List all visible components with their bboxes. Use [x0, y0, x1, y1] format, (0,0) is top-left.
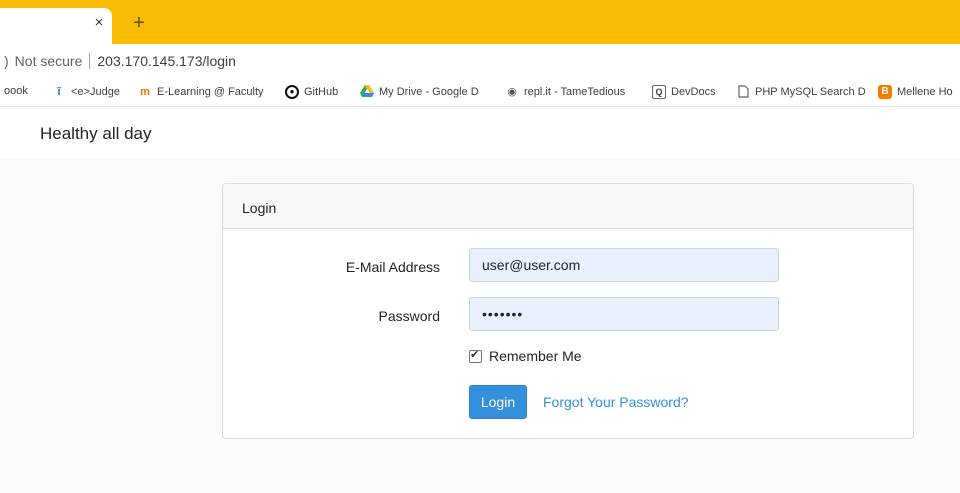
bookmark-label: <e>Judge [71, 86, 120, 98]
ejudge-icon: ĩ [57, 86, 61, 98]
browser-tab[interactable]: × [0, 8, 112, 44]
login-button[interactable]: Login [469, 385, 527, 419]
bookmark-facebook[interactable]: oook [4, 85, 28, 97]
login-card-header: Login [223, 184, 913, 229]
bookmark-label: E-Learning @ Faculty [157, 86, 264, 98]
bookmark-label: GitHub [304, 86, 339, 98]
google-drive-icon [360, 85, 374, 99]
bookmark-label: DevDocs [671, 86, 716, 98]
github-icon: ● [285, 85, 299, 99]
remember-me-checkbox[interactable]: ✔ [469, 348, 482, 363]
devdocs-icon: Q [652, 85, 666, 99]
site-navbar: Healthy all day [0, 107, 960, 159]
bookmark-php-mysql[interactable]: PHP MySQL Search D [736, 85, 866, 99]
bookmark-ejudge[interactable]: ĩ <e>Judge [52, 85, 120, 99]
browser-tab-strip: × + [0, 0, 960, 44]
bookmarks-bar: oook ĩ <e>Judge m E-Learning @ Faculty ●… [0, 78, 960, 107]
page-content: Login E-Mail Address Password ✔ Remember… [0, 160, 960, 493]
email-label: E-Mail Address [345, 259, 440, 275]
tab-close-icon[interactable]: × [92, 15, 106, 30]
forgot-password-link[interactable]: Forgot Your Password? [543, 394, 689, 410]
bookmark-label: Mellene Ho [897, 86, 953, 98]
page-icon [736, 85, 750, 99]
url-text[interactable]: 203.170.145.173/login [97, 53, 236, 69]
bookmark-replit[interactable]: ◉ repl.it - TameTedious [505, 85, 625, 99]
address-bar[interactable]: ) Not secure 203.170.145.173/login [0, 44, 960, 78]
info-icon[interactable]: ) [4, 53, 9, 69]
bookmark-label: PHP MySQL Search D [755, 86, 866, 98]
bookmark-label: repl.it - TameTedious [524, 86, 626, 98]
bookmark-mellene[interactable]: B Mellene Ho [878, 85, 953, 99]
site-brand[interactable]: Healthy all day [40, 124, 152, 144]
password-label: Password [378, 308, 440, 324]
bookmark-elearning[interactable]: m E-Learning @ Faculty [138, 85, 264, 99]
bookmark-devdocs[interactable]: Q DevDocs [652, 85, 716, 99]
bookmark-label: oook [4, 85, 28, 97]
blogger-icon: B [878, 85, 892, 99]
replit-icon: ◉ [507, 86, 517, 98]
remember-me-label[interactable]: Remember Me [489, 348, 582, 364]
remember-me-row: ✔ Remember Me [469, 348, 582, 364]
elearning-icon: m [140, 86, 150, 98]
bookmark-github[interactable]: ● GitHub [285, 85, 338, 99]
security-status: Not secure [14, 53, 83, 69]
new-tab-icon[interactable]: + [130, 13, 148, 33]
bookmark-label: My Drive - Google D [379, 86, 479, 98]
password-field[interactable] [469, 297, 779, 331]
card-title: Login [242, 200, 277, 216]
bookmark-google-drive[interactable]: My Drive - Google D [360, 85, 479, 99]
check-icon: ✔ [470, 348, 480, 361]
login-card: Login E-Mail Address Password ✔ Remember… [222, 183, 914, 439]
address-divider [89, 53, 91, 69]
email-field[interactable] [469, 248, 779, 282]
